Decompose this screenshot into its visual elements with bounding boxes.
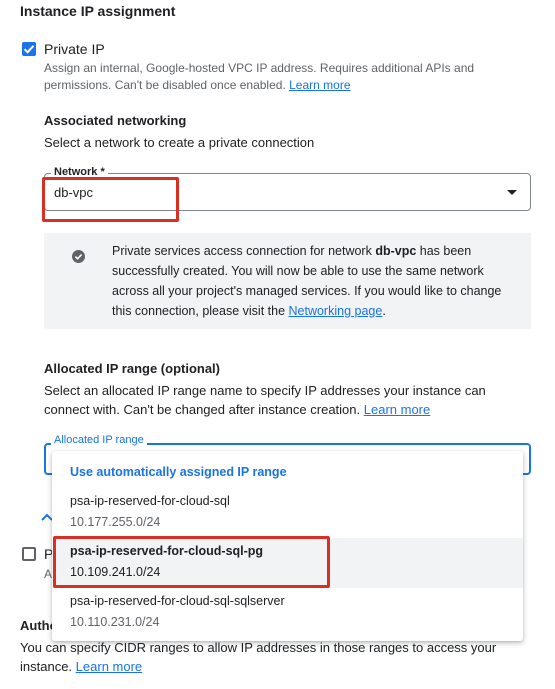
- menu-option-auto-assign[interactable]: Use automatically assigned IP range: [70, 465, 287, 479]
- check-icon: [23, 45, 35, 54]
- ip-range-desc-line2: connect with. Can't be changed after ins…: [44, 402, 361, 417]
- menu-option-cidr: 10.177.255.0/24: [70, 515, 161, 529]
- authorized-desc-line2: instance.: [20, 659, 73, 674]
- menu-option[interactable]: psa-ip-reserved-for-cloud-sql-sqlserver …: [52, 588, 523, 638]
- info-line4: this connection, please visit the: [112, 304, 289, 318]
- info-network-name: db-vpc: [375, 244, 417, 258]
- associated-networking-description: Select a network to create a private con…: [44, 135, 315, 150]
- selected-range-highlight-box: [53, 536, 330, 588]
- info-line2: successfully created. You will now be ab…: [112, 264, 484, 278]
- private-ip-label: Private IP: [44, 41, 105, 57]
- private-ip-desc-line1: Assign an internal, Google-hosted VPC IP…: [44, 61, 475, 75]
- private-ip-checkbox[interactable]: [22, 42, 36, 56]
- private-ip-learn-more-link[interactable]: Learn more: [289, 78, 350, 92]
- authorized-desc-line1: You can specify CIDR ranges to allow IP …: [20, 640, 497, 655]
- menu-option-cidr: 10.110.231.0/24: [70, 615, 160, 629]
- info-banner-text: Private services access connection for n…: [112, 241, 517, 321]
- menu-option[interactable]: psa-ip-reserved-for-cloud-sql 10.177.255…: [52, 488, 523, 538]
- ip-range-learn-more-link[interactable]: Learn more: [364, 402, 430, 417]
- authorized-networks-description: You can specify CIDR ranges to allow IP …: [20, 638, 550, 676]
- menu-option-name: psa-ip-reserved-for-cloud-sql: [70, 494, 230, 508]
- info-line1: Private services access connection for n…: [112, 244, 376, 258]
- public-ip-checkbox[interactable]: [22, 547, 36, 561]
- private-ip-desc-line2: permissions. Can't be disabled once enab…: [44, 78, 286, 92]
- private-ip-description: Assign an internal, Google-hosted VPC IP…: [44, 60, 534, 94]
- authorized-learn-more-link[interactable]: Learn more: [76, 659, 142, 674]
- public-ip-description: A: [44, 567, 53, 581]
- section-title: Instance IP assignment: [20, 3, 176, 19]
- networking-page-link[interactable]: Networking page: [289, 304, 383, 318]
- menu-option-name: psa-ip-reserved-for-cloud-sql-sqlserver: [70, 594, 285, 608]
- allocated-ip-range-description: Select an allocated IP range name to spe…: [44, 381, 544, 419]
- info-line4-end: .: [382, 304, 386, 318]
- allocated-ip-range-title: Allocated IP range (optional): [44, 361, 221, 376]
- allocated-ip-range-field-label: Allocated IP range: [51, 434, 147, 446]
- info-line1-end: has been: [416, 244, 472, 258]
- check-circle-icon: [72, 250, 85, 263]
- info-line3: across all your project's managed servic…: [112, 284, 502, 298]
- arrow-drop-down-icon[interactable]: [507, 190, 517, 195]
- associated-networking-title: Associated networking: [44, 113, 187, 128]
- network-highlight-box: [42, 177, 179, 222]
- ip-range-desc-line1: Select an allocated IP range name to spe…: [44, 383, 486, 398]
